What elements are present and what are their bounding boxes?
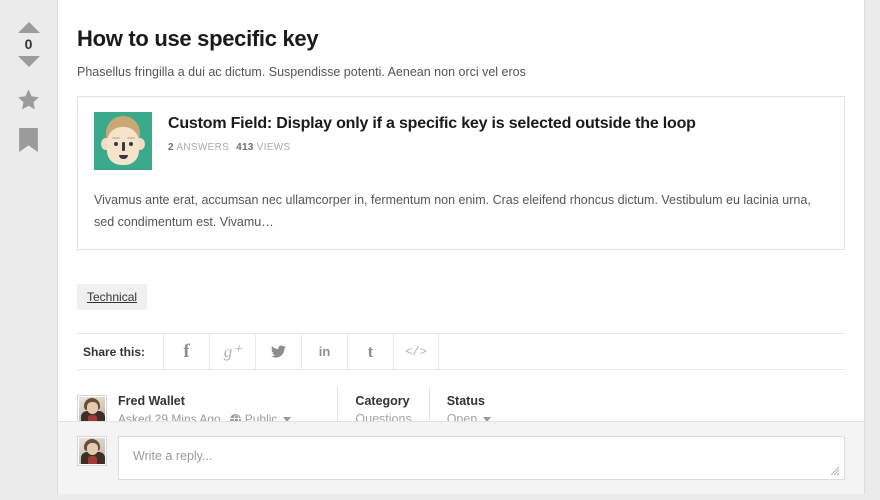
code-icon: </> <box>405 344 427 359</box>
tag-row: Technical <box>77 284 845 310</box>
views-count: 413 <box>236 142 254 153</box>
page-subtitle: Phasellus fringilla a dui ac dictum. Sus… <box>77 65 526 79</box>
share-linkedin-button[interactable]: in <box>301 334 347 369</box>
star-icon[interactable] <box>16 88 41 115</box>
category-label: Category <box>355 394 410 408</box>
status-label: Status <box>446 394 485 408</box>
question-card-excerpt: Vivamus ante erat, accumsan nec ullamcor… <box>94 193 811 229</box>
vote-rail: 0 <box>0 0 57 500</box>
reply-section <box>58 421 864 500</box>
main-panel: How to use specific key Phasellus fringi… <box>57 0 865 500</box>
share-bar: Share this: f g⁺ in t </> <box>77 333 845 370</box>
question-card[interactable]: Custom Field: Display only if a specific… <box>77 96 845 250</box>
share-facebook-button[interactable]: f <box>163 334 209 369</box>
tag-technical[interactable]: Technical <box>77 284 148 310</box>
answers-label: ANSWERS <box>176 142 230 153</box>
share-twitter-button[interactable] <box>255 334 301 369</box>
answers-count: 2 <box>168 142 174 153</box>
vote-count: 0 <box>24 36 33 52</box>
triangle-down-icon[interactable] <box>17 56 40 67</box>
bookmark-icon[interactable] <box>19 128 38 155</box>
question-card-head-text: Custom Field: Display only if a specific… <box>168 112 696 153</box>
author-name[interactable]: Fred Wallet <box>118 394 291 408</box>
twitter-icon <box>271 345 287 358</box>
share-tumblr-button[interactable]: t <box>347 334 393 369</box>
triangle-up-icon[interactable] <box>17 22 40 33</box>
question-card-header: Custom Field: Display only if a specific… <box>94 112 828 170</box>
share-google-plus-button[interactable]: g⁺ <box>209 334 255 369</box>
share-embed-button[interactable]: </> <box>393 334 440 369</box>
question-card-stats: 2 ANSWERS 413 VIEWS <box>168 142 696 153</box>
tumblr-icon: t <box>367 341 374 361</box>
linkedin-icon: in <box>318 344 331 359</box>
page-title: How to use specific key <box>77 26 319 51</box>
question-card-title[interactable]: Custom Field: Display only if a specific… <box>168 115 696 133</box>
question-author-avatar <box>94 112 152 170</box>
current-user-avatar <box>77 436 107 466</box>
reply-input[interactable] <box>118 436 845 480</box>
page-bottom-strip <box>0 494 880 500</box>
panel-content: How to use specific key Phasellus fringi… <box>58 0 864 433</box>
facebook-icon: f <box>183 340 190 362</box>
views-label: VIEWS <box>256 142 291 153</box>
share-label: Share this: <box>83 344 146 359</box>
google-plus-icon: g⁺ <box>223 341 242 361</box>
